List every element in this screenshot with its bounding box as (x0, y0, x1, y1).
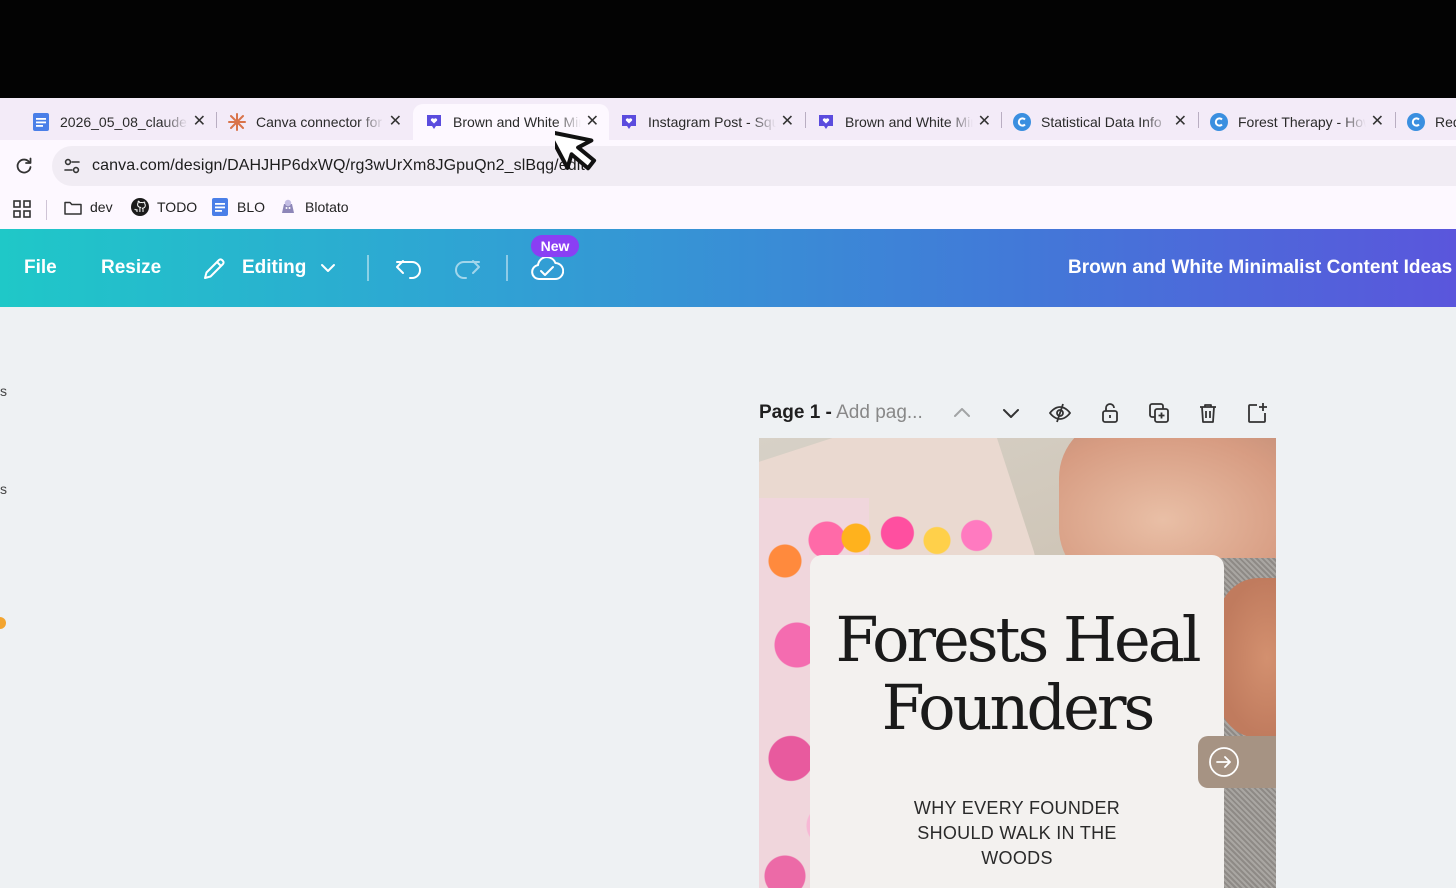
add-page-icon[interactable] (1245, 401, 1269, 425)
toolbar-divider (506, 255, 508, 281)
tab-forest-therapy[interactable]: Forest Therapy - How ✕ (1198, 104, 1394, 140)
cloud-saved-icon[interactable] (530, 253, 564, 283)
canva-heart-icon (817, 113, 835, 131)
design-subheadline[interactable]: WHY EVERY FOUNDER SHOULD WALK IN THE WOO… (882, 796, 1152, 871)
design-headline[interactable]: Forests Heal Founders (810, 606, 1224, 742)
page-number-label: Page 1 - (759, 402, 832, 423)
close-icon[interactable]: ✕ (1371, 112, 1384, 132)
left-panel-partial-label: s (0, 383, 7, 399)
pencil-icon (204, 258, 225, 279)
page-title-placeholder[interactable]: Add pag... (836, 402, 923, 423)
url-text: canva.com/design/DAHJHP6dxWQ/rg3wUrXm8JG… (92, 157, 585, 174)
editing-mode-button[interactable]: Editing (200, 251, 340, 285)
tab-title: Brown and White Minimalist (845, 114, 973, 130)
tab-divider (216, 112, 217, 128)
tab-brown-white-2[interactable]: Brown and White Minimalist ✕ (805, 104, 1001, 140)
chevron-down-icon[interactable] (999, 401, 1023, 425)
editing-label: Editing (242, 257, 307, 278)
text-card[interactable]: Forests Heal Founders WHY EVERY FOUNDER … (810, 555, 1224, 888)
chevron-up-icon[interactable] (950, 401, 974, 425)
bookmark-label: TODO (157, 199, 198, 215)
bookmarks-bar: dev TODO BLO Blotato (0, 192, 1456, 229)
resize-button[interactable]: Resize (101, 257, 161, 279)
hide-page-icon[interactable] (1048, 401, 1072, 425)
claude-icon (228, 113, 246, 131)
bookmark-blo[interactable]: BLO (211, 198, 265, 216)
tab-docs[interactable]: 2026_05_08_claude ✕ (20, 104, 216, 140)
trash-icon[interactable] (1196, 401, 1220, 425)
chevron-down-icon (321, 264, 335, 272)
lock-icon[interactable] (1098, 401, 1122, 425)
new-badge: New (531, 235, 579, 257)
headline-line-2: Founders (881, 671, 1156, 744)
canva-c-icon (1407, 113, 1425, 131)
tab-title: Instagram Post - Square (648, 114, 776, 130)
tab-divider (1395, 112, 1396, 128)
bookmark-dev[interactable]: dev (64, 198, 113, 216)
background-photo-face (1219, 578, 1276, 738)
undo-icon[interactable] (394, 253, 424, 283)
tab-divider (1198, 112, 1199, 128)
tab-title: Red (1435, 114, 1456, 130)
design-title[interactable]: Brown and White Minimalist Content Ideas (1068, 257, 1452, 279)
canva-toolbar: File Resize Editing New Brown and White … (0, 229, 1456, 307)
file-menu-button[interactable]: File (24, 257, 57, 279)
headline-line-1: Forests Heal (835, 603, 1201, 676)
tab-title: Canva connector for (256, 114, 383, 130)
tab-title: Statistical Data Info (1041, 114, 1162, 130)
reload-icon[interactable] (14, 156, 34, 176)
left-panel-partial-icon (0, 617, 6, 629)
docs-icon (32, 113, 50, 131)
bookmark-label: dev (90, 199, 113, 215)
canva-heart-icon (425, 113, 443, 131)
tab-title: Forest Therapy - How (1238, 114, 1366, 130)
url-field[interactable]: canva.com/design/DAHJHP6dxWQ/rg3wUrXm8JG… (52, 146, 1456, 186)
design-canvas[interactable]: Forests Heal Founders WHY EVERY FOUNDER … (759, 438, 1276, 888)
tab-divider (805, 112, 806, 128)
left-panel-partial-label: s (0, 481, 7, 497)
redo-icon[interactable] (452, 253, 482, 283)
github-icon (131, 198, 149, 216)
tab-divider (1001, 112, 1002, 128)
canva-heart-icon (620, 113, 638, 131)
next-slide-button[interactable] (1198, 736, 1276, 788)
tab-statistical-data[interactable]: Statistical Data Info ✕ (1001, 104, 1197, 140)
docs-icon (211, 198, 229, 216)
folder-icon (64, 198, 82, 216)
page-title[interactable]: Page 1 - Add pag... (759, 402, 923, 424)
site-settings-icon[interactable] (62, 156, 82, 176)
bookmark-label: BLO (237, 199, 266, 215)
tab-instagram-post[interactable]: Instagram Post - Square ✕ (608, 104, 804, 140)
close-icon[interactable]: ✕ (1174, 112, 1187, 132)
bookmark-blotato[interactable]: Blotato (279, 198, 349, 216)
bookmark-todo[interactable]: TODO (131, 198, 197, 216)
canva-c-icon (1210, 113, 1228, 131)
mouse-cursor-icon (555, 129, 597, 171)
toolbar-divider (367, 255, 369, 281)
close-icon[interactable]: ✕ (193, 112, 206, 132)
close-icon[interactable]: ✕ (978, 112, 991, 132)
bookmark-label: Blotato (305, 199, 349, 215)
tab-title: 2026_05_08_claude (60, 114, 187, 130)
browser-tab-strip: 2026_05_08_claude ✕ Canva connector for … (0, 98, 1456, 140)
duplicate-page-icon[interactable] (1147, 401, 1171, 425)
close-icon[interactable]: ✕ (781, 112, 794, 132)
blotato-icon (279, 198, 297, 216)
screen-top-black-area (0, 0, 1456, 98)
apps-grid-icon[interactable] (13, 200, 31, 218)
close-icon[interactable]: ✕ (389, 112, 402, 132)
tab-claude[interactable]: Canva connector for ✕ (216, 104, 412, 140)
bookmarks-divider (46, 200, 47, 220)
tab-red-partial[interactable]: Red (1395, 104, 1456, 140)
editor-workspace: s s Page 1 - Add pag... Forests Heal Fou… (0, 307, 1456, 888)
canva-c-icon (1013, 113, 1031, 131)
arrow-right-circle-icon (1209, 747, 1239, 777)
browser-address-bar: canva.com/design/DAHJHP6dxWQ/rg3wUrXm8JG… (0, 140, 1456, 192)
